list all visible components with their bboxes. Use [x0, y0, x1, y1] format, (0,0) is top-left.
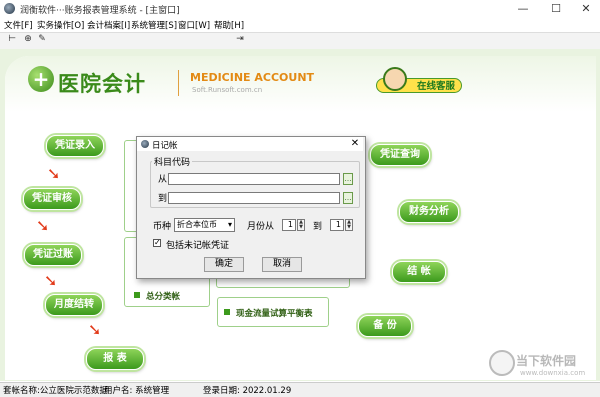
currency-select[interactable]: 折合本位币 ▾	[174, 218, 235, 232]
dialog-close-button[interactable]: ✕	[348, 137, 362, 150]
account-code-group-title: 科目代码	[152, 155, 193, 168]
month-from-input[interactable]: 1	[282, 219, 296, 231]
flow-arrow-icon: ➘	[44, 271, 58, 290]
lock-icon[interactable]: ⊕	[22, 34, 34, 45]
month-to-label: 到	[313, 222, 323, 232]
backup-button[interactable]: 备 份	[358, 315, 412, 337]
lookup-from-icon[interactable]: …	[343, 173, 353, 185]
currency-label: 币种	[153, 222, 172, 232]
bullet-icon	[134, 292, 140, 298]
flow-arrow-icon: ➘	[36, 216, 50, 235]
voucher-entry-button[interactable]: 凭证录入	[46, 135, 104, 157]
menu-system[interactable]: 系统管理[S]	[131, 19, 177, 31]
app-icon	[4, 3, 15, 14]
header-divider	[178, 70, 179, 96]
cancel-button[interactable]: 取消	[262, 257, 302, 272]
watermark-logo-icon	[489, 350, 515, 376]
voucher-post-button[interactable]: 凭证过账	[24, 244, 82, 266]
flow-arrow-icon: ➘	[88, 320, 102, 339]
general-ledger-label: 总分类帐	[146, 292, 181, 302]
window-title: 润衡软件···账务报表管理系统 - [主窗口]	[20, 6, 180, 16]
month-close-button[interactable]: 月度结转	[45, 294, 103, 316]
watermark-text: 当下软件园	[516, 354, 577, 368]
menu-archive[interactable]: 会计档案[I]	[87, 19, 130, 31]
service-avatar-icon	[383, 67, 407, 91]
dropdown-arrow-icon: ▾	[227, 220, 232, 229]
finance-analysis-button[interactable]: 财务分析	[399, 201, 459, 223]
status-login-date: 登录日期: 2022.01.29	[203, 386, 292, 396]
minimize-button[interactable]: —	[511, 1, 535, 17]
month-from-spinner[interactable]: ▲ ▼	[297, 219, 305, 231]
month-from-label: 月份从	[247, 222, 275, 232]
menu-file[interactable]: 文件[F]	[4, 19, 33, 31]
month-to-input[interactable]: 1	[330, 219, 344, 231]
account-from-input[interactable]	[168, 173, 340, 185]
brand-title: MEDICINE ACCOUNT	[190, 71, 315, 84]
include-unposted-label: 包括未记帐凭证	[166, 241, 230, 251]
ok-button[interactable]: 确定	[204, 257, 244, 272]
cashflow-balance-label: 现金流量试算平衡表	[236, 309, 313, 319]
to-label: 到	[158, 194, 168, 204]
include-unposted-checkbox[interactable]: ✓	[153, 239, 161, 247]
voucher-review-button[interactable]: 凭证审核	[23, 188, 81, 210]
menu-window[interactable]: 窗口[W]	[178, 19, 210, 31]
toolbar	[0, 32, 600, 50]
menu-operations[interactable]: 实务操作[O]	[37, 19, 84, 31]
menu-help[interactable]: 帮助[H]	[214, 19, 244, 31]
lookup-to-icon[interactable]: …	[343, 192, 353, 204]
currency-value: 折合本位币	[177, 220, 217, 229]
month-to-spinner[interactable]: ▲ ▼	[345, 219, 353, 231]
report-button[interactable]: 报 表	[86, 348, 144, 370]
status-user: 用户名: 系统管理	[104, 386, 170, 396]
status-account-set: 套帐名称:公立医院示范数据	[3, 386, 108, 396]
edit-icon[interactable]: ✎	[36, 34, 48, 45]
settle-button[interactable]: 结 帐	[392, 261, 446, 283]
exit-icon[interactable]: ⇥	[234, 34, 246, 45]
general-ledger-link[interactable]: 总分类帐	[134, 290, 180, 302]
cashflow-balance-link[interactable]: 现金流量试算平衡表	[224, 307, 313, 319]
from-label: 从	[158, 175, 168, 185]
watermark-url: www.downxia.com	[520, 369, 586, 377]
dialog-title: 日记帐	[152, 141, 178, 151]
flow-arrow-icon: ➘	[47, 164, 61, 183]
medical-cross-icon: +	[32, 67, 50, 91]
tree-icon[interactable]: ⊢	[6, 34, 18, 45]
account-to-input[interactable]	[168, 192, 340, 204]
maximize-button[interactable]: ☐	[544, 1, 568, 17]
dialog-app-icon	[141, 140, 149, 148]
close-button[interactable]: ✕	[574, 1, 598, 17]
voucher-query-button[interactable]: 凭证查询	[370, 144, 430, 166]
logo-text: 医院会计	[58, 72, 146, 96]
brand-url: Soft.Runsoft.com.cn	[192, 86, 263, 94]
bullet-icon	[224, 309, 230, 315]
